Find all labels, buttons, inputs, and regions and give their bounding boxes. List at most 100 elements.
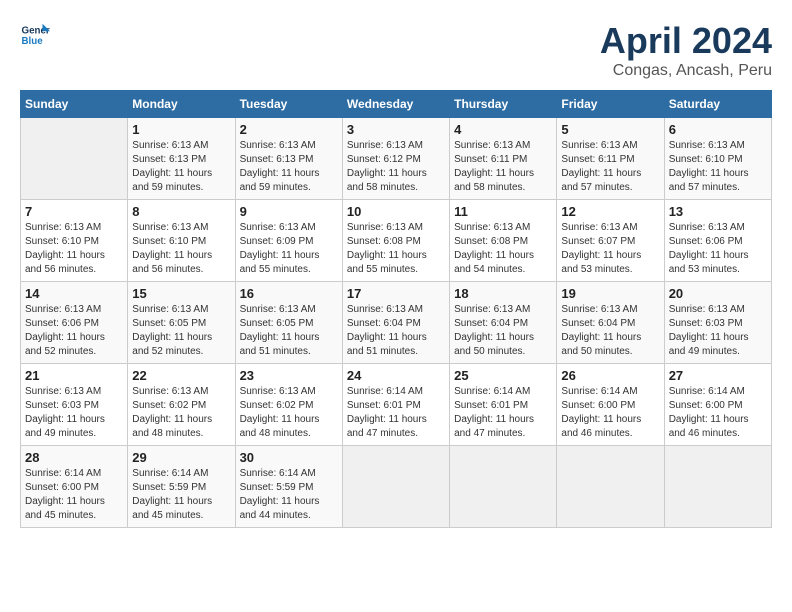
- calendar-day: 2 Sunrise: 6:13 AMSunset: 6:13 PMDaylight…: [235, 118, 342, 200]
- calendar-subtitle: Congas, Ancash, Peru: [600, 62, 772, 80]
- day-number: 25: [454, 368, 552, 383]
- day-info: Sunrise: 6:14 AMSunset: 6:01 PMDaylight:…: [454, 385, 552, 441]
- day-number: 20: [669, 286, 767, 301]
- day-number: 22: [132, 368, 230, 383]
- day-info: Sunrise: 6:13 AMSunset: 6:06 PMDaylight:…: [25, 303, 123, 359]
- day-number: 6: [669, 122, 767, 137]
- calendar-day: [342, 446, 449, 528]
- day-number: 23: [240, 368, 338, 383]
- calendar-day: 21 Sunrise: 6:13 AMSunset: 6:03 PMDayligh…: [21, 364, 128, 446]
- title-area: April 2024 Congas, Ancash, Peru: [600, 20, 772, 80]
- day-info: Sunrise: 6:13 AMSunset: 6:09 PMDaylight:…: [240, 221, 338, 277]
- calendar-day: [21, 118, 128, 200]
- day-number: 4: [454, 122, 552, 137]
- calendar-week-1: 1Sunrise: 6:13 AMSunset: 6:13 PMDaylight…: [21, 118, 772, 200]
- day-info: Sunrise: 6:13 AMSunset: 6:03 PMDaylight:…: [25, 385, 123, 441]
- calendar-day: 8Sunrise: 6:13 AMSunset: 6:10 PMDaylight…: [128, 200, 235, 282]
- day-info: Sunrise: 6:13 AMSunset: 6:10 PMDaylight:…: [669, 139, 767, 195]
- day-info: Sunrise: 6:13 AMSunset: 6:13 PMDaylight:…: [132, 139, 230, 195]
- day-info: Sunrise: 6:13 AMSunset: 6:08 PMDaylight:…: [454, 221, 552, 277]
- calendar-week-4: 21 Sunrise: 6:13 AMSunset: 6:03 PMDayligh…: [21, 364, 772, 446]
- calendar-week-5: 28 Sunrise: 6:14 AMSunset: 6:00 PMDayligh…: [21, 446, 772, 528]
- day-number: 15: [132, 286, 230, 301]
- day-info: Sunrise: 6:13 AMSunset: 6:03 PMDaylight:…: [669, 303, 767, 359]
- logo-icon: General Blue: [20, 20, 50, 50]
- day-number: 28: [25, 450, 123, 465]
- day-header-tuesday: Tuesday: [235, 91, 342, 118]
- logo: General Blue: [20, 20, 50, 50]
- calendar-title: April 2024: [600, 20, 772, 62]
- day-header-friday: Friday: [557, 91, 664, 118]
- calendar-day: 6 Sunrise: 6:13 AMSunset: 6:10 PMDaylight…: [664, 118, 771, 200]
- day-number: 12: [561, 204, 659, 219]
- svg-text:Blue: Blue: [22, 36, 44, 47]
- day-number: 18: [454, 286, 552, 301]
- calendar-day: 4Sunrise: 6:13 AMSunset: 6:11 PMDaylight…: [450, 118, 557, 200]
- day-info: Sunrise: 6:13 AMSunset: 6:08 PMDaylight:…: [347, 221, 445, 277]
- day-info: Sunrise: 6:13 AMSunset: 6:10 PMDaylight:…: [132, 221, 230, 277]
- calendar-day: 25 Sunrise: 6:14 AMSunset: 6:01 PMDayligh…: [450, 364, 557, 446]
- calendar-day: [557, 446, 664, 528]
- calendar-day: 7 Sunrise: 6:13 AMSunset: 6:10 PMDaylight…: [21, 200, 128, 282]
- day-info: Sunrise: 6:14 AMSunset: 6:01 PMDaylight:…: [347, 385, 445, 441]
- day-number: 11: [454, 204, 552, 219]
- day-info: Sunrise: 6:13 AMSunset: 6:06 PMDaylight:…: [669, 221, 767, 277]
- day-number: 3: [347, 122, 445, 137]
- day-info: Sunrise: 6:14 AMSunset: 6:00 PMDaylight:…: [669, 385, 767, 441]
- calendar-day: 13 Sunrise: 6:13 AMSunset: 6:06 PMDayligh…: [664, 200, 771, 282]
- day-number: 2: [240, 122, 338, 137]
- day-info: Sunrise: 6:13 AMSunset: 6:05 PMDaylight:…: [240, 303, 338, 359]
- day-number: 17: [347, 286, 445, 301]
- day-info: Sunrise: 6:13 AMSunset: 6:11 PMDaylight:…: [561, 139, 659, 195]
- day-number: 27: [669, 368, 767, 383]
- calendar-day: 16 Sunrise: 6:13 AMSunset: 6:05 PMDayligh…: [235, 282, 342, 364]
- calendar-day: 26Sunrise: 6:14 AMSunset: 6:00 PMDayligh…: [557, 364, 664, 446]
- day-header-monday: Monday: [128, 91, 235, 118]
- day-header-saturday: Saturday: [664, 91, 771, 118]
- calendar-day: 28 Sunrise: 6:14 AMSunset: 6:00 PMDayligh…: [21, 446, 128, 528]
- day-number: 21: [25, 368, 123, 383]
- day-info: Sunrise: 6:13 AMSunset: 6:04 PMDaylight:…: [561, 303, 659, 359]
- day-header-thursday: Thursday: [450, 91, 557, 118]
- calendar-header-row: SundayMondayTuesdayWednesdayThursdayFrid…: [21, 91, 772, 118]
- calendar-day: 22 Sunrise: 6:13 AMSunset: 6:02 PMDayligh…: [128, 364, 235, 446]
- day-info: Sunrise: 6:14 AMSunset: 6:00 PMDaylight:…: [25, 467, 123, 523]
- day-number: 13: [669, 204, 767, 219]
- day-info: Sunrise: 6:14 AMSunset: 5:59 PMDaylight:…: [240, 467, 338, 523]
- day-number: 30: [240, 450, 338, 465]
- day-info: Sunrise: 6:13 AMSunset: 6:02 PMDaylight:…: [132, 385, 230, 441]
- calendar-day: [664, 446, 771, 528]
- calendar-day: 11 Sunrise: 6:13 AMSunset: 6:08 PMDayligh…: [450, 200, 557, 282]
- day-number: 24: [347, 368, 445, 383]
- day-number: 16: [240, 286, 338, 301]
- day-info: Sunrise: 6:13 AMSunset: 6:04 PMDaylight:…: [347, 303, 445, 359]
- calendar-day: 15 Sunrise: 6:13 AMSunset: 6:05 PMDayligh…: [128, 282, 235, 364]
- calendar-day: 18Sunrise: 6:13 AMSunset: 6:04 PMDayligh…: [450, 282, 557, 364]
- calendar-day: 30 Sunrise: 6:14 AMSunset: 5:59 PMDayligh…: [235, 446, 342, 528]
- calendar-day: 24 Sunrise: 6:14 AMSunset: 6:01 PMDayligh…: [342, 364, 449, 446]
- day-info: Sunrise: 6:14 AMSunset: 6:00 PMDaylight:…: [561, 385, 659, 441]
- day-number: 10: [347, 204, 445, 219]
- day-number: 9: [240, 204, 338, 219]
- calendar-day: 1Sunrise: 6:13 AMSunset: 6:13 PMDaylight…: [128, 118, 235, 200]
- calendar-day: 19Sunrise: 6:13 AMSunset: 6:04 PMDayligh…: [557, 282, 664, 364]
- calendar-day: 3 Sunrise: 6:13 AMSunset: 6:12 PMDaylight…: [342, 118, 449, 200]
- calendar-day: 10 Sunrise: 6:13 AMSunset: 6:08 PMDayligh…: [342, 200, 449, 282]
- day-number: 7: [25, 204, 123, 219]
- calendar-day: 27 Sunrise: 6:14 AMSunset: 6:00 PMDayligh…: [664, 364, 771, 446]
- day-info: Sunrise: 6:13 AMSunset: 6:13 PMDaylight:…: [240, 139, 338, 195]
- day-header-wednesday: Wednesday: [342, 91, 449, 118]
- day-info: Sunrise: 6:13 AMSunset: 6:12 PMDaylight:…: [347, 139, 445, 195]
- page-header: General Blue April 2024 Congas, Ancash, …: [20, 20, 772, 80]
- calendar-day: 17 Sunrise: 6:13 AMSunset: 6:04 PMDayligh…: [342, 282, 449, 364]
- day-info: Sunrise: 6:13 AMSunset: 6:05 PMDaylight:…: [132, 303, 230, 359]
- day-info: Sunrise: 6:13 AMSunset: 6:10 PMDaylight:…: [25, 221, 123, 277]
- day-info: Sunrise: 6:13 AMSunset: 6:02 PMDaylight:…: [240, 385, 338, 441]
- calendar-week-2: 7 Sunrise: 6:13 AMSunset: 6:10 PMDaylight…: [21, 200, 772, 282]
- calendar-day: 12 Sunrise: 6:13 AMSunset: 6:07 PMDayligh…: [557, 200, 664, 282]
- calendar-day: 29Sunrise: 6:14 AMSunset: 5:59 PMDayligh…: [128, 446, 235, 528]
- day-info: Sunrise: 6:13 AMSunset: 6:07 PMDaylight:…: [561, 221, 659, 277]
- calendar-week-3: 14Sunrise: 6:13 AMSunset: 6:06 PMDayligh…: [21, 282, 772, 364]
- day-number: 5: [561, 122, 659, 137]
- calendar-day: 14Sunrise: 6:13 AMSunset: 6:06 PMDayligh…: [21, 282, 128, 364]
